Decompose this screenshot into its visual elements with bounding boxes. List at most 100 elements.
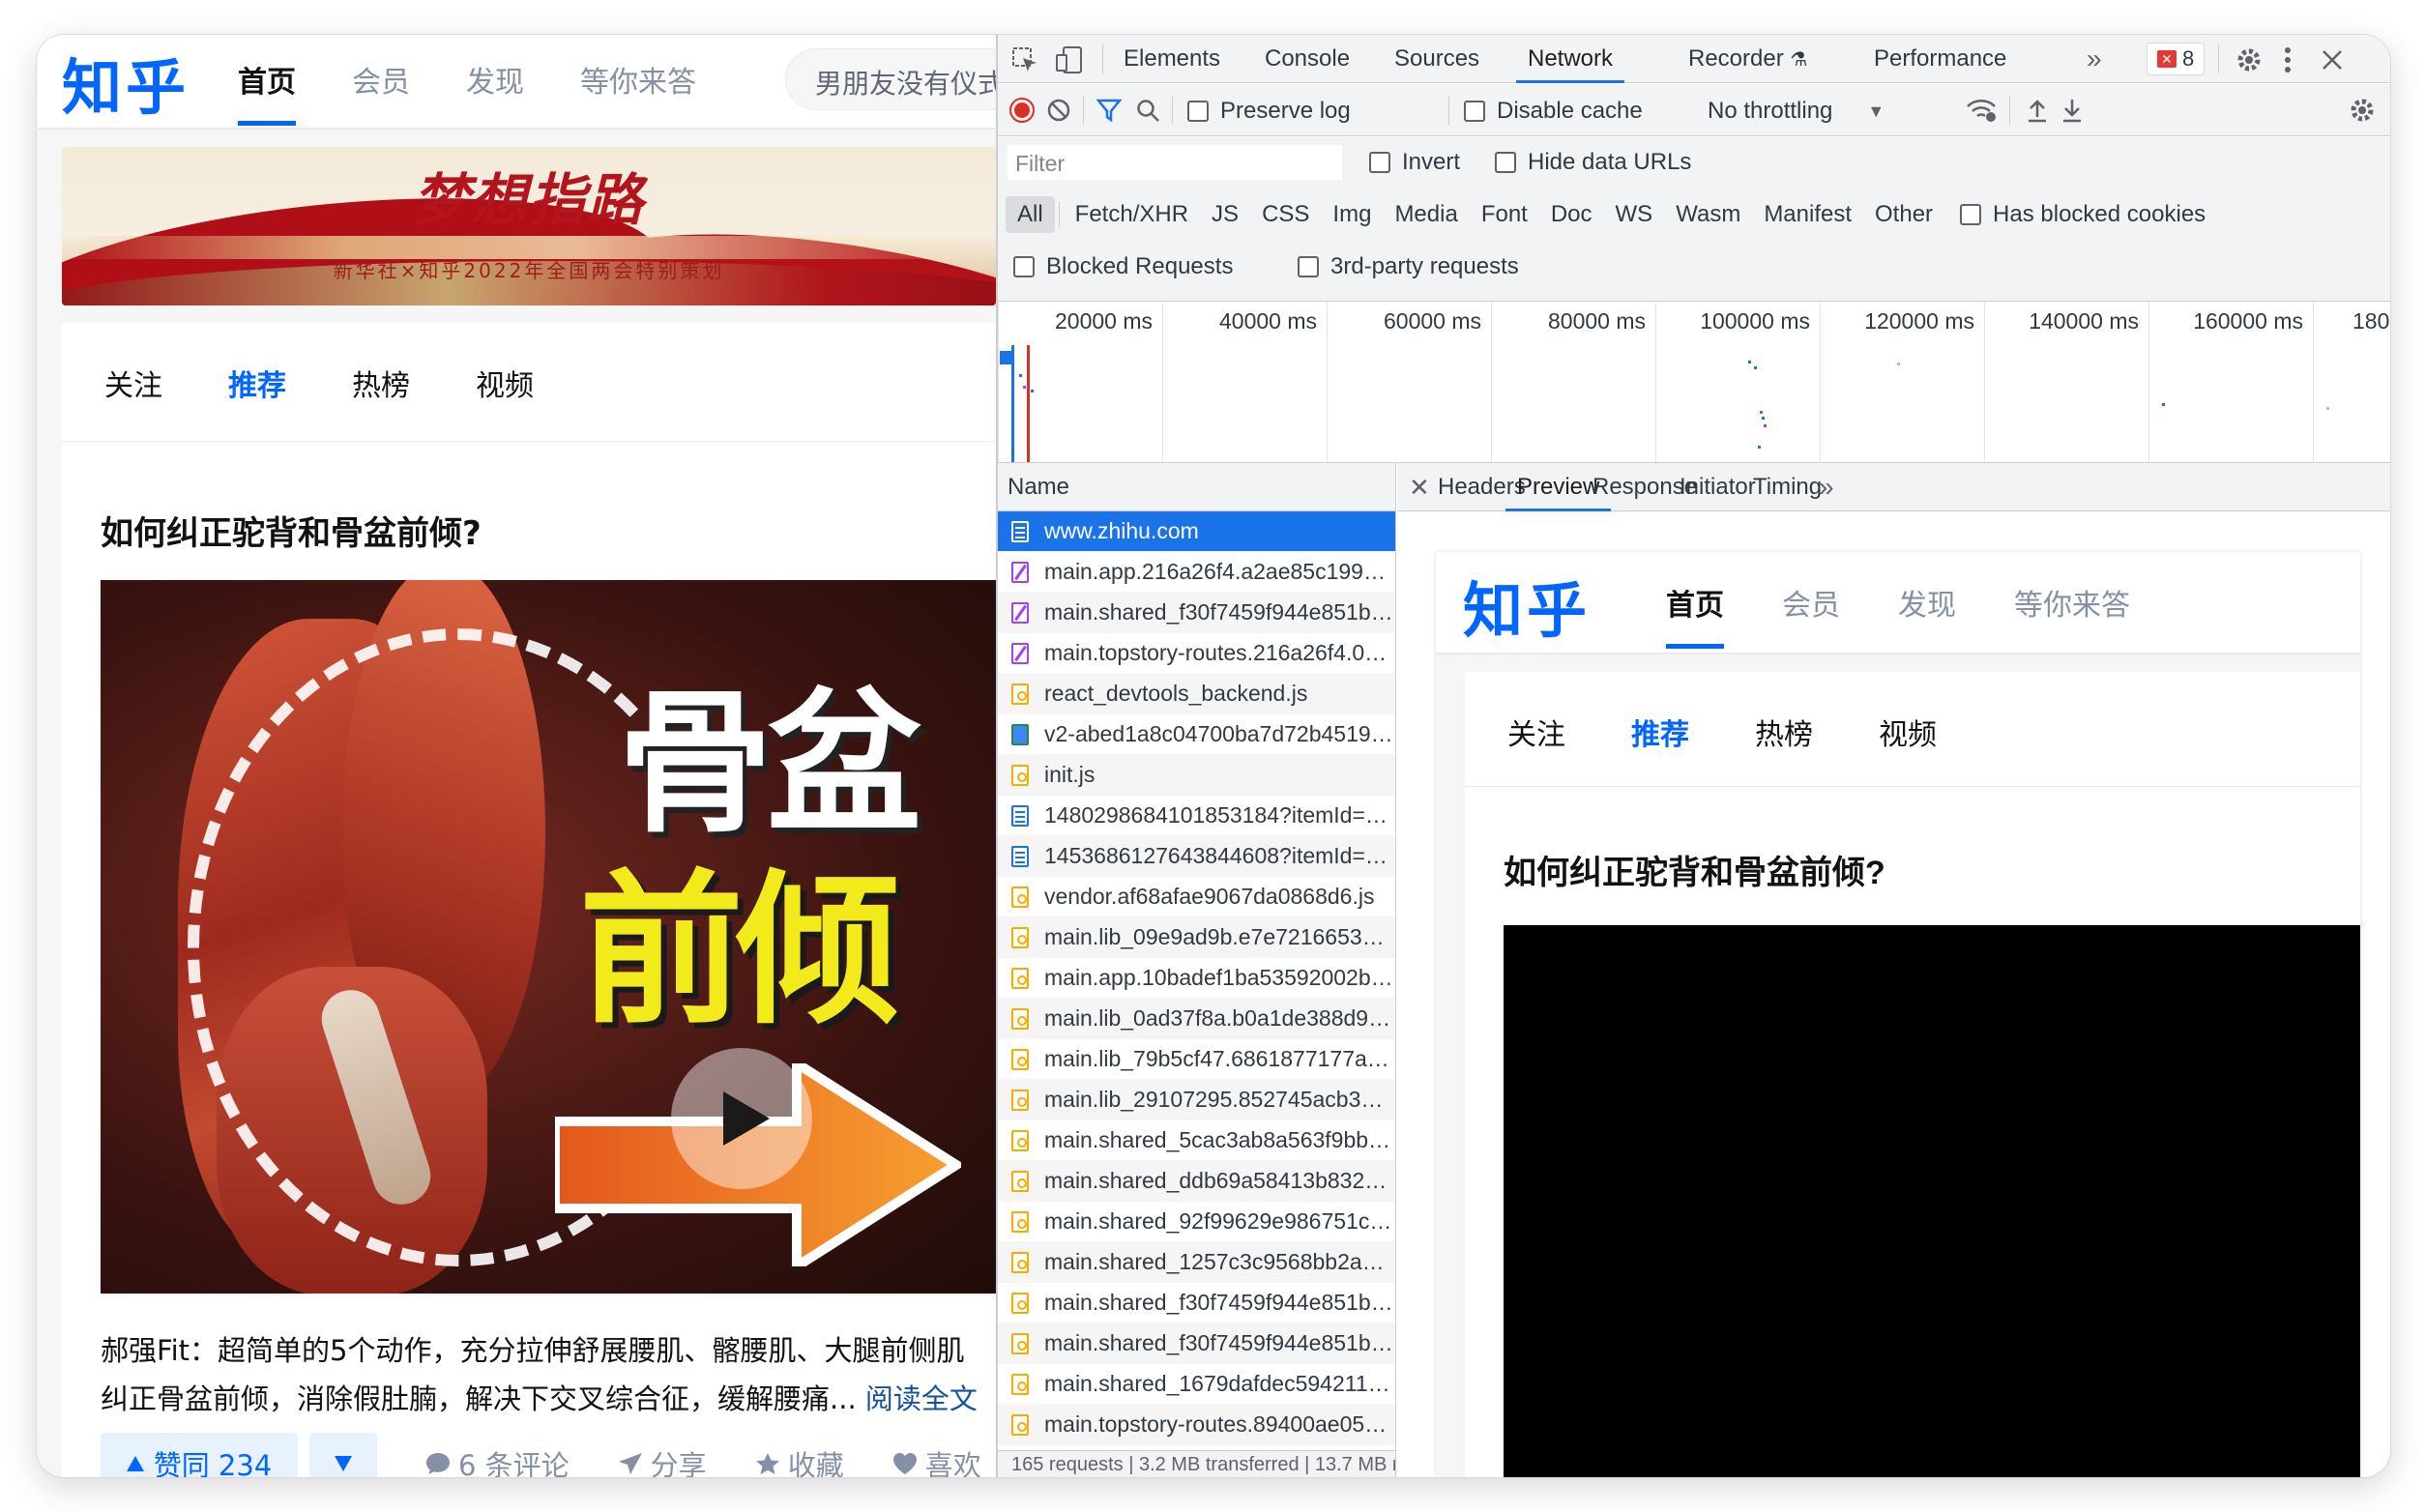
request-row[interactable]: main.topstory-routes.89400ae05503151d081…	[998, 1405, 1395, 1445]
type-filter-manifest[interactable]: Manifest	[1752, 196, 1863, 233]
zhihu-logo[interactable]: 知乎	[62, 39, 190, 126]
tab-recommended[interactable]: 推荐	[228, 362, 286, 404]
request-row[interactable]: 1480298684101853184?itemId=2363770785&it…	[998, 796, 1395, 836]
type-filter-other[interactable]: Other	[1863, 196, 1944, 233]
promo-banner[interactable]: 梦想指路 新华社×知乎2022年全国两会特别策划	[62, 147, 996, 305]
read-more-link[interactable]: 阅读全文	[865, 1382, 978, 1415]
request-row[interactable]: www.zhihu.com	[998, 511, 1395, 552]
type-filter-fetch-xhr[interactable]: Fetch/XHR	[1064, 196, 1200, 233]
network-overview-timeline[interactable]: 20000 ms 40000 ms 60000 ms 80000 ms 1000…	[998, 303, 2390, 463]
inspect-element-icon[interactable]	[1011, 46, 1038, 73]
search-input[interactable]: 男朋友没有仪式感	[785, 48, 996, 110]
type-filter-css[interactable]: CSS	[1250, 196, 1321, 233]
disable-cache-checkbox[interactable]: Disable cache	[1464, 98, 1643, 125]
hide-data-urls-checkbox[interactable]: Hide data URLs	[1495, 149, 1691, 176]
blocked-requests-checkbox[interactable]: Blocked Requests	[1013, 253, 1233, 280]
tab-video[interactable]: 视频	[476, 362, 534, 404]
request-row[interactable]: 1453686127643844608?itemId=2281319297&it…	[998, 836, 1395, 877]
error-count-badge[interactable]: ✕ 8	[2147, 43, 2206, 75]
tab-elements[interactable]: Elements	[1124, 35, 1220, 83]
nav-home[interactable]: 首页	[238, 58, 296, 126]
nav-waiting-answers[interactable]: 等你来答	[580, 58, 696, 126]
tab-following[interactable]: 关注	[104, 362, 162, 404]
clear-icon[interactable]	[1044, 96, 1073, 125]
answer-excerpt[interactable]: 郝强Fit：超简单的5个动作，充分拉伸舒展腰肌、髂腰肌、大腿前侧肌 纠正骨盆前倾…	[101, 1326, 996, 1423]
more-tabs-icon[interactable]: »	[2087, 35, 2102, 83]
type-filter-wasm[interactable]: Wasm	[1664, 196, 1752, 233]
device-toolbar-icon[interactable]	[1054, 44, 1085, 75]
has-blocked-cookies-checkbox[interactable]: Has blocked cookies	[1960, 201, 2206, 228]
type-filter-media[interactable]: Media	[1383, 196, 1469, 233]
request-row[interactable]: main.lib_29107295.852745acb376cedcdd86.j…	[998, 1080, 1395, 1120]
request-row[interactable]: main.app.216a26f4.a2ae85c199738c39fe8a.c…	[998, 552, 1395, 593]
filter-input[interactable]: Filter	[1008, 145, 1342, 180]
share-button[interactable]: 分享	[618, 1443, 707, 1477]
request-row[interactable]: main.app.10badef1ba53592002bf.js	[998, 958, 1395, 999]
tab-headers[interactable]: Headers	[1438, 463, 1526, 511]
tab-network[interactable]: Network	[1515, 35, 1625, 83]
upload-icon[interactable]	[2023, 96, 2052, 125]
search-icon[interactable]	[1133, 96, 1162, 125]
request-name: main.lib_09e9ad9b.e7e72166536db78994a5.j…	[1044, 924, 1395, 949]
nav-membership[interactable]: 会员	[352, 58, 410, 126]
play-button[interactable]	[671, 1048, 812, 1189]
request-row[interactable]: vendor.af68afae9067da0868d6.js	[998, 877, 1395, 917]
question-title[interactable]: 如何纠正驼背和骨盆前倾?	[101, 507, 482, 554]
type-filter-all[interactable]: All	[1006, 196, 1055, 233]
settings-gear-icon[interactable]	[2234, 44, 2264, 75]
banner-subtitle: 新华社×知乎2022年全国两会特别策划	[333, 259, 725, 282]
type-filter-ws[interactable]: WS	[1604, 196, 1665, 233]
close-detail-icon[interactable]: ✕	[1409, 463, 1430, 511]
upvote-button[interactable]: 赞同 234	[101, 1433, 298, 1477]
more-options-icon[interactable]	[2276, 44, 2299, 75]
record-button[interactable]	[1008, 96, 1037, 125]
close-icon[interactable]	[2319, 46, 2346, 73]
nav-discover[interactable]: 发现	[466, 58, 524, 126]
network-settings-gear-icon[interactable]	[2346, 94, 2379, 127]
request-row[interactable]: main.shared_f30f7459f944e851b885959dfde4…	[998, 1323, 1395, 1364]
comments-button[interactable]: 6 条评论	[425, 1443, 570, 1477]
third-party-requests-checkbox[interactable]: 3rd-party requests	[1298, 253, 1519, 280]
request-row[interactable]: main.lib_09e9ad9b.e7e72166536db78994a5.j…	[998, 917, 1395, 958]
request-row[interactable]: main.shared_f30f7459f944e851b885959dfde4…	[998, 1283, 1395, 1323]
request-row[interactable]: main.shared_1679dafdec5942113b512c7479f9…	[998, 1364, 1395, 1405]
favorite-button[interactable]: 收藏	[755, 1443, 844, 1477]
tab-sources[interactable]: Sources	[1394, 35, 1479, 83]
tab-preview[interactable]: Preview	[1505, 463, 1612, 511]
request-row[interactable]: main.shared_92f99629e986751c8921c57c658e…	[998, 1202, 1395, 1242]
downvote-button[interactable]	[309, 1433, 377, 1477]
type-filter-doc[interactable]: Doc	[1539, 196, 1604, 233]
more-tabs-icon[interactable]: »	[1819, 463, 1834, 511]
throttling-select[interactable]: No throttling ▼	[1708, 98, 1884, 125]
network-conditions-icon[interactable]	[1965, 96, 1998, 125]
request-row[interactable]: main.shared_1257c3c9568bb2a3f62d5ecd308c…	[998, 1242, 1395, 1283]
tab-performance[interactable]: Performance	[1874, 35, 2006, 83]
tab-recorder[interactable]: Recorder ⚗	[1688, 35, 1807, 83]
thumbnail-caption-bottom: 前倾	[579, 856, 900, 1047]
request-row[interactable]: main.lib_79b5cf47.6861877177a6860bfd36.j…	[998, 1039, 1395, 1080]
tab-console[interactable]: Console	[1265, 35, 1350, 83]
preserve-log-checkbox[interactable]: Preserve log	[1187, 98, 1351, 125]
request-row[interactable]: main.topstory-routes.216a26f4.00790a5442…	[998, 633, 1395, 674]
type-filter-font[interactable]: Font	[1470, 196, 1539, 233]
request-row[interactable]: main.shared_f30f7459f944e851b885959dfde4…	[998, 593, 1395, 633]
download-icon[interactable]	[2058, 96, 2087, 125]
request-row[interactable]: main.shared_5cac3ab8a563f9bbb56eca3256b8…	[998, 1120, 1395, 1161]
type-filter-js[interactable]: JS	[1200, 196, 1250, 233]
tab-hot-list[interactable]: 热榜	[352, 362, 410, 404]
invert-label: Invert	[1402, 149, 1461, 175]
request-row[interactable]: main.lib_0ad37f8a.b0a1de388d9234b01791.j…	[998, 999, 1395, 1039]
request-row[interactable]: main.shared_ddb69a58413b8324ef696dc6cfa9…	[998, 1161, 1395, 1202]
divider	[1448, 96, 1449, 125]
tab-initiator[interactable]: Initiator	[1680, 463, 1756, 511]
video-thumbnail[interactable]: 骨盆 前倾	[101, 580, 996, 1294]
tab-timing[interactable]: Timing	[1753, 463, 1822, 511]
type-filter-img[interactable]: Img	[1321, 196, 1383, 233]
like-button[interactable]: 喜欢	[892, 1443, 981, 1477]
filter-icon[interactable]	[1095, 96, 1124, 125]
name-column-header[interactable]: Name	[998, 463, 1395, 511]
request-row[interactable]: init.js	[998, 755, 1395, 796]
invert-checkbox[interactable]: Invert	[1369, 149, 1460, 176]
request-row[interactable]: react_devtools_backend.js	[998, 674, 1395, 714]
request-row[interactable]: v2-abed1a8c04700ba7d72b45195223e0ff_im.j…	[998, 714, 1395, 755]
